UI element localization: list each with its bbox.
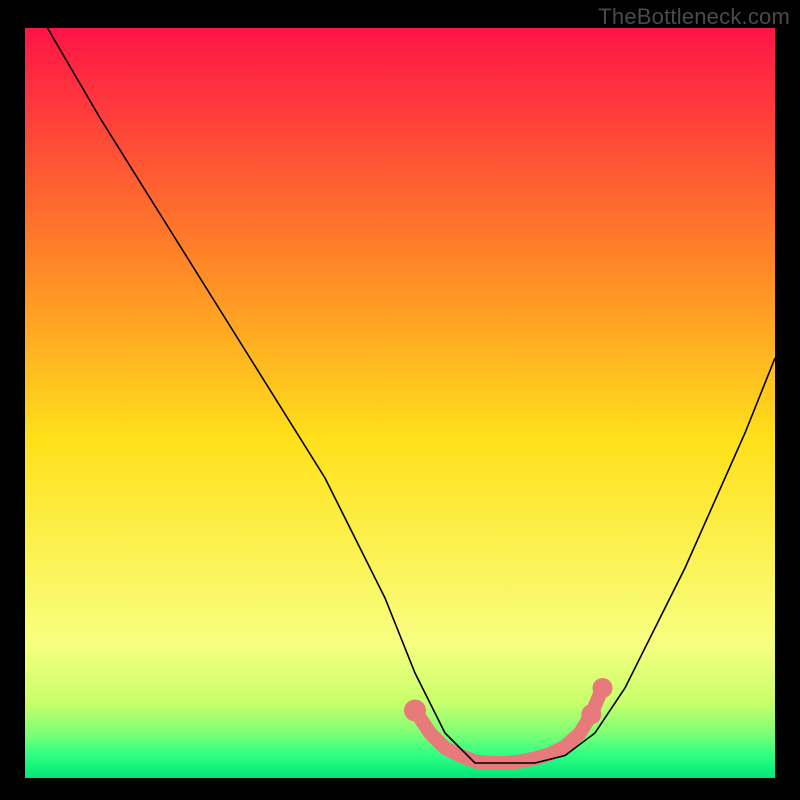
watermark-text: TheBottleneck.com xyxy=(598,4,790,30)
plot-area xyxy=(25,28,775,778)
gradient-background xyxy=(25,28,775,778)
accent-end-dot xyxy=(404,700,426,722)
bottleneck-chart xyxy=(25,28,775,778)
accent-end-dot xyxy=(581,704,601,724)
accent-end-dot xyxy=(593,678,613,698)
chart-frame: TheBottleneck.com xyxy=(0,0,800,800)
